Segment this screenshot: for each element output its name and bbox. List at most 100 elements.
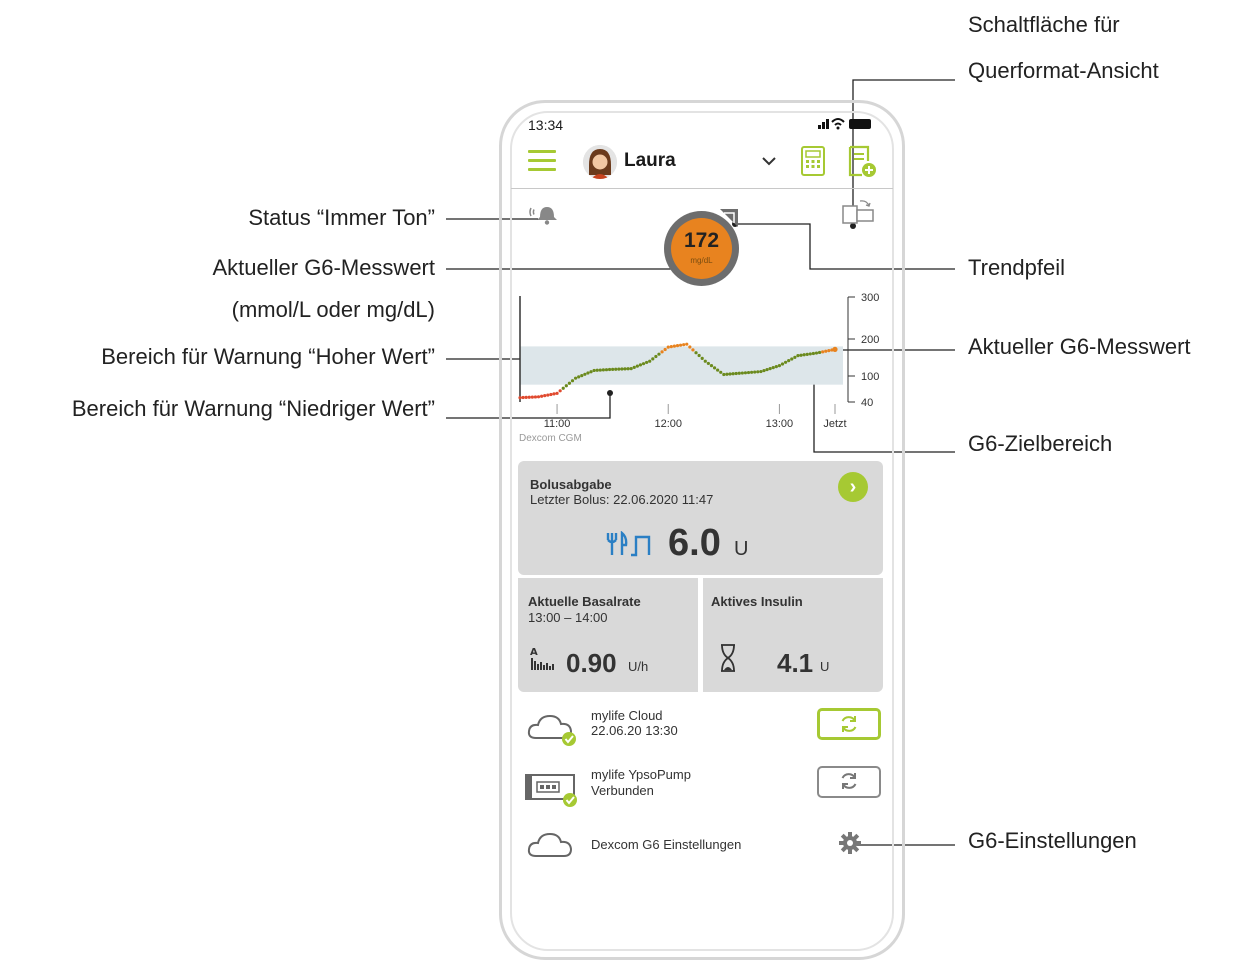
- glucose-point: [632, 365, 636, 369]
- glucose-point: [787, 359, 791, 363]
- menu-icon[interactable]: [528, 150, 556, 172]
- glucose-point: [626, 367, 630, 371]
- glucose-point: [722, 372, 726, 377]
- glucose-point: [691, 348, 695, 352]
- landscape-view-icon[interactable]: [842, 198, 874, 229]
- meal-bolus-icon: [606, 531, 651, 557]
- glucose-point: [694, 351, 698, 355]
- glucose-point: [796, 354, 800, 358]
- glucose-point: [768, 367, 772, 371]
- glucose-point: [527, 395, 531, 399]
- glucose-point: [716, 368, 720, 372]
- glucose-point: [623, 367, 627, 371]
- glucose-point: [651, 357, 655, 361]
- glucose-point: [811, 351, 815, 356]
- pump-name: mylife YpsoPump: [591, 767, 691, 782]
- glucose-point: [601, 368, 605, 372]
- glucose-point: [700, 356, 704, 360]
- basal-range: 13:00 – 14:00: [528, 610, 608, 625]
- chart-source-label: Dexcom CGM: [519, 433, 582, 444]
- glucose-point: [759, 369, 763, 374]
- glucose-point: [555, 391, 559, 395]
- glucose-point: [731, 372, 735, 376]
- logbook-add-icon[interactable]: [848, 145, 876, 179]
- calculator-icon[interactable]: [801, 146, 825, 176]
- glucose-point: [780, 362, 785, 366]
- callout-high-alert-range: Bereich für Warnung “Hoher Wert”: [101, 344, 435, 369]
- active-insulin-unit: U: [820, 659, 830, 674]
- glucose-point: [586, 371, 590, 375]
- cgm-chart: 300 200 100 40 11:00 12:00 13:00 Jetzt Dexcom CG…: [518, 292, 879, 444]
- callout-low-alert-range: Bereich für Warnung “Niedriger Wert”: [71, 396, 435, 421]
- glucose-point: [743, 371, 748, 375]
- pump-check-icon: [525, 774, 577, 807]
- basal-title: Aktuelle Basalrate: [528, 594, 641, 609]
- glucose-point: [675, 344, 680, 348]
- basal-profile-icon: A: [530, 647, 554, 670]
- glucose-point: [533, 395, 538, 399]
- glucose-point: [703, 359, 707, 363]
- glucose-point: [607, 367, 612, 372]
- glucose-point: [709, 364, 714, 368]
- callout-g6-settings: G6-Einstellungen: [968, 828, 1137, 853]
- glucose-point: [589, 370, 593, 374]
- x-tick-label: Jetzt: [823, 418, 846, 430]
- glucose-point: [552, 392, 556, 396]
- bolus-go-button[interactable]: ›: [838, 472, 868, 502]
- glucose-point: [629, 367, 633, 371]
- glucose-point: [518, 396, 522, 400]
- always-sound-bell-icon[interactable]: [527, 202, 561, 233]
- glucose-point: [725, 372, 729, 376]
- glucose-point: [558, 389, 562, 393]
- glucose-point: [567, 381, 572, 385]
- glucose-point: [719, 370, 723, 374]
- user-name[interactable]: Laura: [624, 150, 676, 172]
- glucose-point: [746, 370, 751, 375]
- callout-landscape-button-line2: Querformat-Ansicht: [968, 58, 1159, 83]
- dexcom-settings-label[interactable]: Dexcom G6 Einstellungen: [591, 837, 741, 852]
- signal-wifi-icon: [818, 116, 846, 133]
- cloud-icon: [527, 832, 573, 857]
- y-tick-label: 300: [861, 292, 879, 304]
- callout-always-sound-status: Status “Immer Ton”: [248, 205, 435, 230]
- glucose-point: [638, 363, 643, 367]
- glucose-point: [580, 373, 584, 378]
- glucose-point: [654, 354, 658, 359]
- y-tick-label: 200: [861, 334, 879, 346]
- callout-current-reading-right: Aktueller G6-Messwert: [968, 334, 1191, 359]
- basal-unit: U/h: [628, 659, 649, 674]
- glucose-point: [595, 368, 599, 372]
- glucose-point: [740, 371, 744, 375]
- glucose-point: [521, 395, 525, 400]
- glucose-point: [756, 370, 760, 374]
- glucose-point: [712, 366, 717, 370]
- hourglass-icon: [721, 644, 735, 672]
- glucose-point: [635, 364, 639, 368]
- pump-state: Verbunden: [591, 783, 654, 798]
- glucose-unit: mg/dL: [690, 256, 713, 265]
- glucose-point: [611, 367, 615, 371]
- glucose-point: [824, 349, 828, 353]
- cloud-sync-button[interactable]: [817, 708, 881, 740]
- header-divider: [511, 188, 893, 189]
- signal-icon: [818, 118, 845, 130]
- chevron-down-icon[interactable]: [762, 150, 776, 171]
- glucose-point: [762, 368, 766, 373]
- glucose-point: [706, 361, 710, 366]
- glucose-point: [583, 372, 587, 376]
- y-tick-label: 40: [861, 397, 873, 409]
- glucose-point: [753, 370, 757, 374]
- glucose-point: [688, 345, 692, 349]
- pump-sync-button[interactable]: [817, 766, 881, 798]
- glucose-point: [728, 372, 732, 376]
- glucose-point: [783, 360, 788, 364]
- gear-icon[interactable]: [838, 831, 862, 855]
- glucose-point: [543, 394, 547, 398]
- avatar[interactable]: [583, 145, 617, 179]
- glucose-point: [793, 355, 797, 359]
- glucose-point: [697, 353, 701, 358]
- glucose-point: [577, 375, 581, 379]
- glucose-point: [737, 371, 741, 375]
- glucose-point: [685, 342, 689, 346]
- glucose-point: [641, 362, 646, 366]
